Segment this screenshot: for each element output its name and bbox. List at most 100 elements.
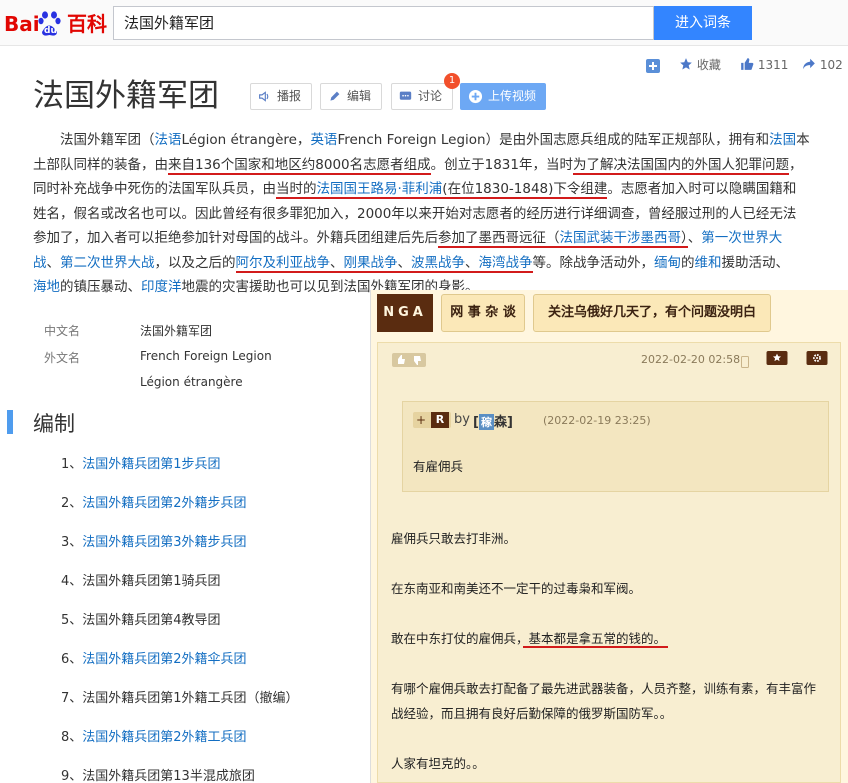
thumbs-up-icon [741,58,754,70]
intro-text: ，以及之后的 [154,254,236,271]
unit-name: 法国外籍兵团第1骑兵团 [82,574,221,589]
info-key: 外文名 [44,351,81,365]
edit-button[interactable]: 编辑 [320,83,382,110]
underlined-text: 参加了墨西哥远征（ [438,230,560,248]
link-indian-ocean[interactable]: 印度洋 [141,279,182,295]
logo-text: 百科 [67,12,107,36]
quote-user-badge: 稼 [478,414,494,430]
section-title: 编制 [33,412,75,436]
list-num: 5、 [61,613,83,628]
list-num: 1、 [61,457,83,472]
intro-text: French Foreign Legion）是由外国志愿兵组成的陆军正规部队，拥… [337,132,770,148]
enter-entry-button[interactable]: 进入词条 [654,6,752,40]
board-tab[interactable]: 网 事 杂 谈 [441,294,525,332]
nga-forum-panel: NGA 网 事 杂 谈 关注乌俄好几天了，有个问题没明白 2022-02-20 … [370,290,848,783]
unit-link[interactable]: 法国外籍兵团第2外籍工兵团 [82,730,246,745]
list-item: 4、法国外籍兵团第1骑兵团 [61,570,221,589]
intro-text: 的 [681,254,695,271]
intro-text: 、 [687,230,702,246]
intro-text: 法国外籍军团（ [60,132,155,148]
post-line: 有哪个雇佣兵敢去打配备了最先进武器装备，人员齐整，训练有素，有丰富作 [391,681,817,696]
link-haiti[interactable]: 海地 [33,279,60,295]
list-item: 8、法国外籍兵团第2外籍工兵团 [61,726,247,745]
intro-text: Légion étrangère， [181,132,311,148]
edit-label: 编辑 [347,89,372,103]
info-value: 法国外籍军团 [140,324,213,338]
list-num: 7、 [61,691,83,706]
star-icon[interactable] [765,351,789,365]
unit-link[interactable]: 法国外籍兵团第2外籍伞兵团 [82,652,246,667]
vote-icon[interactable] [392,353,426,367]
nga-logo[interactable]: NGA [377,294,433,332]
list-item: 1、法国外籍兵团第1步兵团 [61,453,221,472]
upload-video-button[interactable]: 上传视频 [460,83,546,110]
intro-text: 姓名，假名或改名也可以。因此曾经有很多罪犯加入，2000年以来开始对志愿者的经历… [33,205,797,222]
quote-block: + R by [稼森] (2022-02-19 23:25) 有雇佣兵 [402,401,829,492]
link-french[interactable]: 法语 [155,132,182,148]
play-button[interactable]: 播报 [250,83,312,110]
link-mexico-intervention[interactable]: 法国武装干涉墨西哥 [559,230,681,248]
like-button[interactable]: 1311 [740,52,788,78]
intro-text: 、 [46,254,61,271]
plus-icon[interactable] [646,52,660,78]
link-congo-war[interactable]: 刚果战争 [343,254,398,273]
svg-text:Bai: Bai [4,12,40,36]
list-num: 2、 [61,496,83,511]
discuss-label: 讨论 [418,89,443,103]
link-ww1-end[interactable]: 战 [33,255,47,271]
underlined-text: ） [681,230,688,248]
list-num: 9、 [61,769,83,783]
thread-title-tab[interactable]: 关注乌俄好几天了，有个问题没明白 [533,294,771,332]
page-title: 法国外籍军团 [33,78,219,114]
unit-name: 法国外籍兵团第4教导团 [82,613,221,628]
share-button[interactable]: 102 [802,52,843,78]
quote-user[interactable]: [稼森] [473,411,513,430]
link-louis-philippe[interactable]: 法国国王路易·菲利浦 [316,181,443,199]
baidu-logo[interactable]: Bai du 百科 [4,10,110,38]
list-item: 5、法国外籍兵团第4教导团 [61,609,221,628]
link-france[interactable]: 法国 [769,132,796,148]
discuss-button[interactable]: 讨论 [391,83,453,110]
list-item: 6、法国外籍兵团第2外籍伞兵团 [61,648,247,667]
share-icon [803,58,815,70]
red-underline [523,646,668,648]
search-input[interactable]: 法国外籍军团 [113,6,654,40]
gear-icon[interactable] [805,351,829,365]
top-bar: Bai du 百科 法国外籍军团 进入词条 [0,0,848,46]
discuss-badge: 1 [444,73,460,89]
link-bosnia-war[interactable]: 波黑战争 [411,254,465,273]
phone-icon [741,356,749,368]
list-item: 7、法国外籍兵团第1外籍工兵团（撤编） [61,687,299,706]
list-num: 3、 [61,535,83,550]
link-english[interactable]: 英语 [310,132,337,148]
link-ww2[interactable]: 第二次世界大战 [60,255,155,271]
link-algeria-war[interactable]: 阿尔及利亚战争 [235,254,330,273]
collect-button[interactable]: 收藏 [679,52,721,78]
unit-link[interactable]: 法国外籍兵团第2外籍步兵团 [82,496,246,511]
link-gulf-war[interactable]: 海湾战争 [478,254,533,273]
list-num: 4、 [61,574,83,589]
collect-label: 收藏 [696,58,721,72]
post-line: 雇佣兵只敢去打非洲。 [391,531,517,546]
post-time: 2022-02-20 02:58 [641,353,741,366]
link-peacekeeping[interactable]: 维和 [695,255,722,271]
quote-text: 有雇佣兵 [413,459,464,474]
intro-text: 的镇压暴动、 [60,279,141,295]
quote-time: (2022-02-19 23:25) [543,414,651,427]
post-line: 敢在中东打仗的雇佣兵，基本都是拿五常的钱的。 [391,628,666,647]
unit-name: 法国外籍兵团第13半混成旅团 [82,769,255,783]
unit-link[interactable]: 法国外籍兵团第3外籍步兵团 [82,535,246,550]
post-text: 敢在中东打仗的雇佣兵，基本都是拿五常的钱的。 [391,631,667,646]
link-myanmar[interactable]: 缅甸 [654,255,681,271]
underlined-text: 为了解决法国国内的外国人犯罪问题 [572,156,789,175]
post-line: 人家有坦克的。。 [391,756,485,771]
unit-link[interactable]: 法国外籍兵团第1步兵团 [82,457,220,472]
intro-text: ， [788,156,803,173]
underlined-text: 、 [465,254,479,273]
pencil-icon [330,91,340,101]
link-ww1[interactable]: 第一次世界大 [701,230,782,246]
plus-circle-icon [468,89,483,104]
info-key: 中文名 [44,324,81,338]
underlined-text: 当时的 [276,181,317,199]
quote-user-name: 森] [493,415,513,430]
